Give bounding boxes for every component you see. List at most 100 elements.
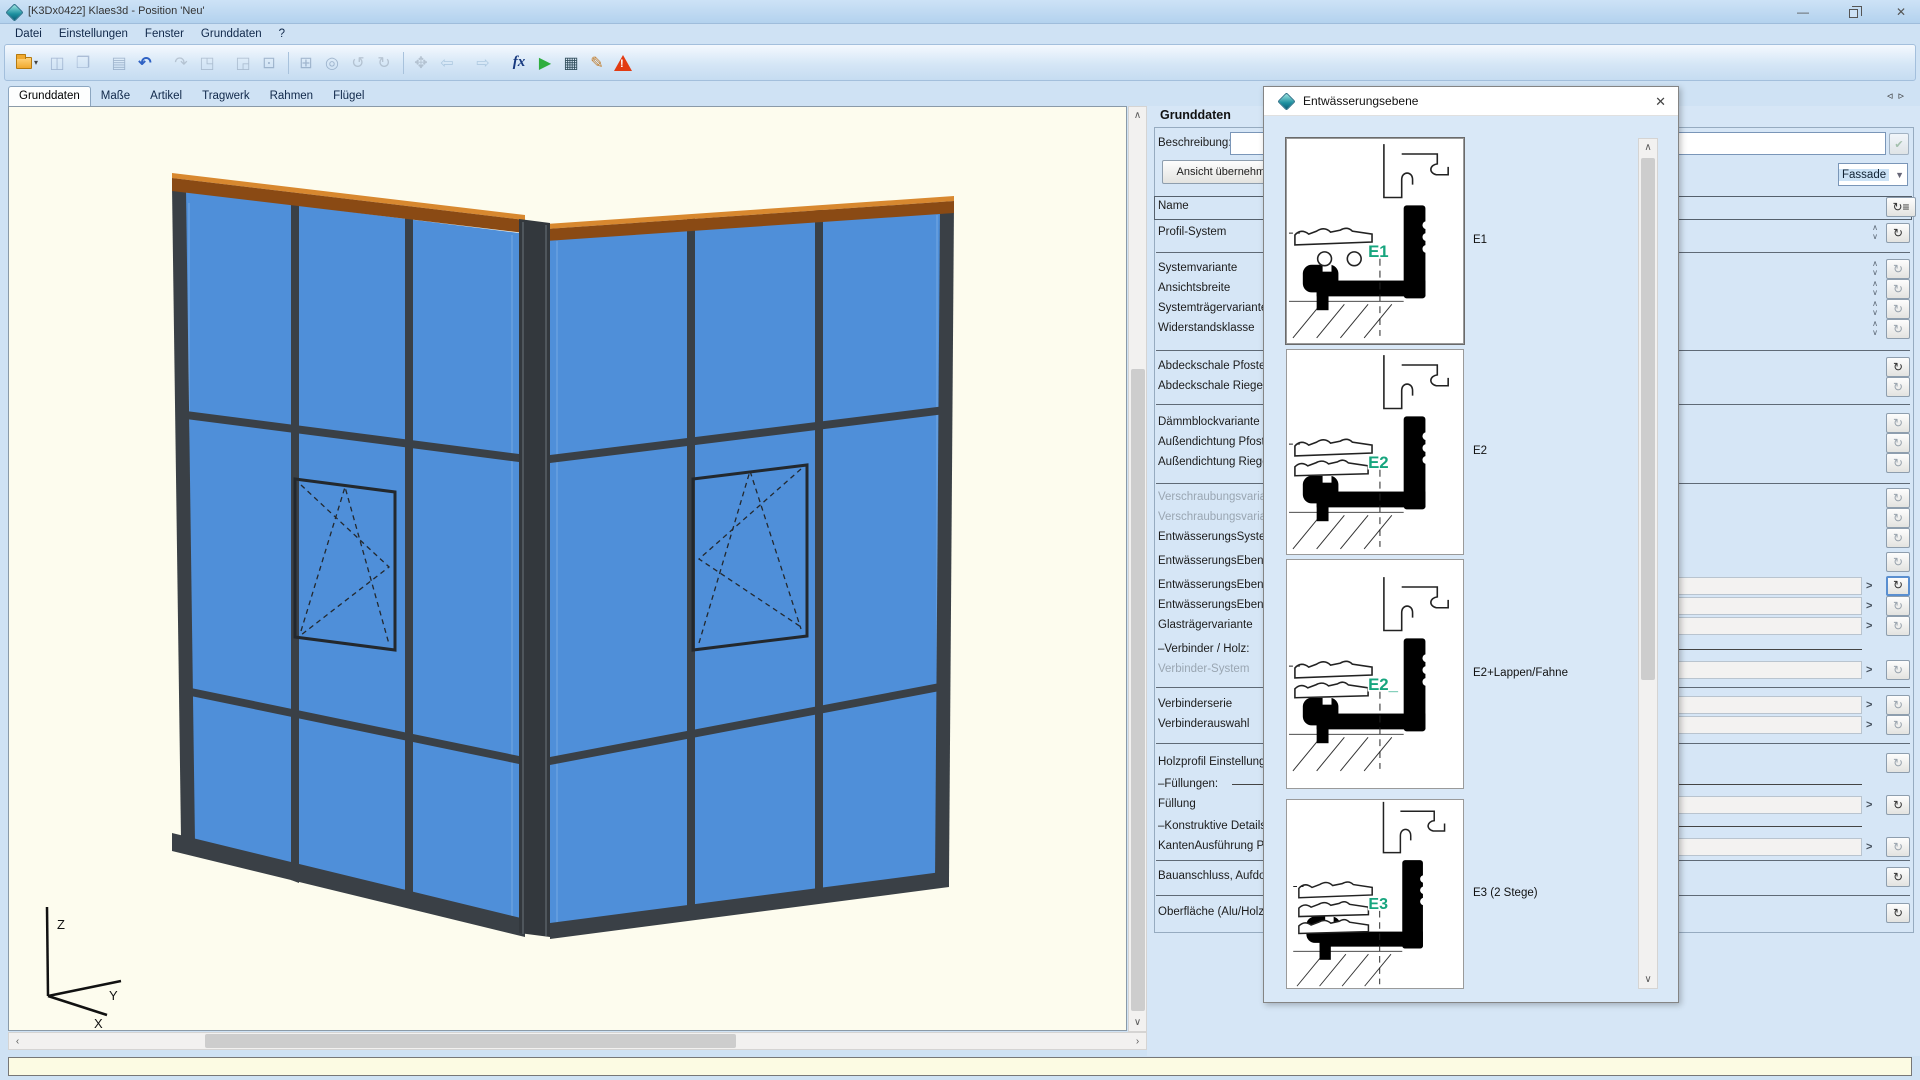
refresh-icon[interactable]: ↻ <box>1886 837 1910 857</box>
tab-tragwerk[interactable]: Tragwerk <box>192 87 260 106</box>
row-label: –Konstruktive Details: <box>1158 820 1269 832</box>
tab-flügel[interactable]: Flügel <box>323 87 374 106</box>
expand-arrow-icon[interactable]: > <box>1866 597 1880 615</box>
copy-icon[interactable]: ❐ <box>71 50 95 76</box>
3d-viewport[interactable]: Z Y X <box>8 106 1127 1031</box>
refresh-icon[interactable]: ↻ <box>1886 552 1910 572</box>
row-label: Außendichtung Pfosten <box>1158 436 1278 448</box>
refresh-list-icon[interactable]: ↻≡ <box>1886 197 1916 217</box>
dialog-scrollbar[interactable]: ∧ ∨ <box>1638 138 1658 989</box>
tab-grunddaten[interactable]: Grunddaten <box>8 86 91 106</box>
restore-button[interactable] <box>1836 0 1870 24</box>
refresh-icon[interactable]: ↻ <box>1886 660 1910 680</box>
dialog-scroll-thumb[interactable] <box>1641 158 1655 680</box>
rotate-right-icon[interactable]: ↻ <box>372 50 396 76</box>
refresh-icon[interactable]: ↻ <box>1886 279 1910 299</box>
drainage-level-option-e3-2-stege-[interactable]: .oln{fill:#fff;stroke:#222;stroke-width:… <box>1286 799 1464 989</box>
drainage-level-option-e1[interactable]: .oln{fill:#fff;stroke:#222;stroke-width:… <box>1286 138 1464 344</box>
redo-icon[interactable]: ↷ <box>169 50 193 76</box>
app-window: { "window": { "title": "[K3Dx0422] Klaes… <box>0 0 1920 1080</box>
spinner-control[interactable]: ∧∨ <box>1868 279 1882 299</box>
refresh-icon[interactable]: ↻ <box>1886 488 1910 508</box>
spinner-control[interactable]: ∧∨ <box>1868 319 1882 339</box>
expand-arrow-icon[interactable]: > <box>1866 838 1880 856</box>
drainage-level-option-e2[interactable]: .oln{fill:#fff;stroke:#222;stroke-width:… <box>1286 349 1464 555</box>
expand-arrow-icon[interactable]: > <box>1866 716 1880 734</box>
refresh-icon[interactable]: ↻ <box>1886 903 1910 923</box>
scroll-right-icon[interactable]: › <box>1129 1033 1146 1049</box>
close-button[interactable]: ✕ <box>1884 0 1918 24</box>
refresh-icon[interactable]: ↻ <box>1886 453 1910 473</box>
refresh-icon[interactable]: ↻ <box>1886 508 1910 528</box>
expand-arrow-icon[interactable]: > <box>1866 577 1880 595</box>
menu-item-datei[interactable]: Datei <box>15 28 42 40</box>
formula-icon[interactable]: fx <box>507 50 531 76</box>
pan-icon[interactable]: ✥ <box>409 50 433 76</box>
dialog-scroll-down-icon[interactable]: ∨ <box>1639 971 1657 988</box>
refresh-icon[interactable]: ↻ <box>1886 319 1910 339</box>
refresh-icon[interactable]: ↻ <box>1886 715 1910 735</box>
refresh-icon[interactable]: ↻ <box>1886 413 1910 433</box>
confirm-description-button[interactable]: ✔ <box>1889 133 1909 155</box>
spinner-control[interactable]: ∧∨ <box>1868 299 1882 319</box>
viewport-horizontal-scrollbar[interactable]: ‹ › <box>8 1032 1147 1050</box>
horizontal-scroll-thumb[interactable] <box>205 1034 736 1048</box>
refresh-icon[interactable]: ↻ <box>1886 377 1910 397</box>
refresh-icon[interactable]: ↻ <box>1886 259 1910 279</box>
import-icon[interactable]: ◳ <box>195 50 219 76</box>
dialog-title-bar[interactable]: Entwässerungsebene <box>1264 87 1678 116</box>
back-icon[interactable]: ⇦ <box>435 50 459 76</box>
run-icon[interactable]: ▶ <box>533 50 557 76</box>
expand-arrow-icon[interactable]: > <box>1866 661 1880 679</box>
refresh-icon[interactable]: ↻ <box>1886 867 1910 887</box>
drainage-level-option-e2-lappen-fahne[interactable]: .oln{fill:#fff;stroke:#222;stroke-width:… <box>1286 559 1464 789</box>
refresh-icon[interactable]: ↻ <box>1886 223 1910 243</box>
tab-artikel[interactable]: Artikel <box>140 87 192 106</box>
refresh-icon[interactable]: ↻ <box>1886 596 1910 616</box>
refresh-icon[interactable]: ↻ <box>1886 576 1910 596</box>
menu-item-?[interactable]: ? <box>279 28 285 40</box>
position-type-select[interactable]: Fassade ▼ <box>1838 163 1908 186</box>
scroll-up-icon[interactable]: ∧ <box>1129 107 1146 124</box>
tab-maße[interactable]: Maße <box>91 87 140 106</box>
viewport-vertical-scrollbar[interactable]: ∧ ∨ <box>1128 106 1147 1032</box>
minimize-button[interactable]: — <box>1786 0 1820 24</box>
rotate-left-icon[interactable]: ↺ <box>346 50 370 76</box>
fit-view-icon[interactable]: ⊡ <box>257 50 281 76</box>
undo-icon[interactable]: ↶ <box>133 50 157 76</box>
scroll-down-icon[interactable]: ∨ <box>1129 1014 1146 1031</box>
export-icon[interactable]: ◲ <box>231 50 255 76</box>
menu-item-einstellungen[interactable]: Einstellungen <box>59 28 128 40</box>
expand-arrow-icon[interactable]: > <box>1866 696 1880 714</box>
warning-icon[interactable] <box>611 50 635 76</box>
open-position-icon[interactable]: ▾ <box>11 50 43 76</box>
refresh-icon[interactable]: ↻ <box>1886 695 1910 715</box>
print-icon[interactable]: ▤ <box>107 50 131 76</box>
dialog-scroll-up-icon[interactable]: ∧ <box>1639 139 1657 156</box>
refresh-icon[interactable]: ↻ <box>1886 357 1910 377</box>
vertical-scroll-thumb[interactable] <box>1131 369 1145 1011</box>
expand-arrow-icon[interactable]: > <box>1866 796 1880 814</box>
refresh-icon[interactable]: ↻ <box>1886 433 1910 453</box>
refresh-icon[interactable]: ↻ <box>1886 299 1910 319</box>
zoom-select-icon[interactable]: ◎ <box>320 50 344 76</box>
refresh-icon[interactable]: ↻ <box>1886 795 1910 815</box>
refresh-icon[interactable]: ↻ <box>1886 753 1910 773</box>
spinner-control[interactable]: ∧∨ <box>1868 259 1882 279</box>
tab-rahmen[interactable]: Rahmen <box>260 87 323 106</box>
model-3d-icon[interactable]: ▦ <box>559 50 583 76</box>
snapshot-icon[interactable]: ⊞ <box>294 50 318 76</box>
protocol-icon[interactable]: ✎ <box>585 50 609 76</box>
tab-scroll-arrows[interactable]: ◃▹ <box>1887 89 1910 102</box>
spinner-control[interactable]: ∧∨ <box>1868 223 1882 243</box>
menu-item-fenster[interactable]: Fenster <box>145 28 184 40</box>
menu-item-grunddaten[interactable]: Grunddaten <box>201 28 262 40</box>
save-icon[interactable]: ◫ <box>45 50 69 76</box>
refresh-icon[interactable]: ↻ <box>1886 616 1910 636</box>
menu-bar: Datei Einstellungen Fenster Grunddaten? <box>0 24 1920 43</box>
refresh-icon[interactable]: ↻ <box>1886 528 1910 548</box>
expand-arrow-icon[interactable]: > <box>1866 617 1880 635</box>
dialog-close-icon[interactable]: ✕ <box>1655 94 1666 110</box>
forward-icon[interactable]: ⇨ <box>471 50 495 76</box>
scroll-left-icon[interactable]: ‹ <box>9 1033 26 1049</box>
